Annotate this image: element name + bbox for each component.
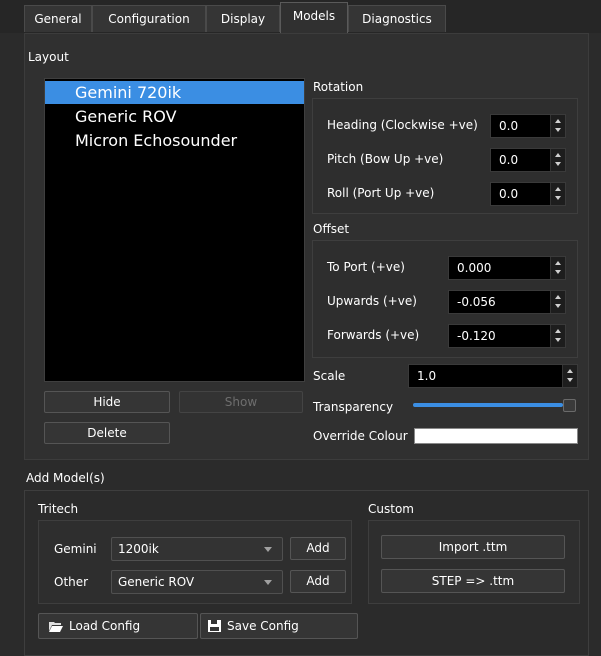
load-config-label: Load Config <box>69 619 141 633</box>
heading-stepper[interactable] <box>550 115 565 137</box>
rotation-title: Rotation <box>313 80 364 94</box>
roll-spinbox[interactable]: 0.0 <box>490 182 566 206</box>
chevron-down-icon <box>264 547 272 552</box>
to-port-spinbox[interactable]: 0.000 <box>448 256 566 280</box>
other-model-value: Generic ROV <box>118 575 195 589</box>
other-model-select[interactable]: Generic ROV <box>111 570 283 594</box>
tab-display[interactable]: Display <box>206 5 280 32</box>
pitch-label: Pitch (Bow Up +ve) <box>327 152 444 166</box>
roll-label: Roll (Port Up +ve) <box>327 186 435 200</box>
upwards-stepper[interactable] <box>550 291 565 313</box>
pitch-stepper[interactable] <box>550 149 565 171</box>
folder-open-icon <box>49 622 63 632</box>
add-models-title: Add Model(s) <box>26 471 105 485</box>
gemini-label: Gemini <box>54 542 97 556</box>
list-item-generic-rov[interactable]: Generic ROV <box>45 105 304 128</box>
forwards-label: Forwards (+ve) <box>327 328 420 342</box>
tritech-title: Tritech <box>38 502 79 516</box>
list-item-gemini-720ik[interactable]: Gemini 720ik <box>45 81 304 104</box>
heading-value: 0.0 <box>499 119 519 133</box>
gemini-model-select[interactable]: 1200ik <box>111 537 283 561</box>
override-colour-label: Override Colour <box>313 429 408 443</box>
custom-title: Custom <box>368 502 414 516</box>
pitch-value: 0.0 <box>499 153 519 167</box>
load-config-button[interactable]: Load Config <box>38 613 198 639</box>
save-config-label: Save Config <box>227 619 299 633</box>
list-item-micron-echosounder[interactable]: Micron Echosounder <box>45 129 304 152</box>
model-list[interactable]: Gemini 720ik Generic ROV Micron Echosoun… <box>44 78 305 382</box>
import-ttm-button[interactable]: Import .ttm <box>381 535 565 559</box>
to-port-label: To Port (+ve) <box>327 260 405 274</box>
to-port-value: 0.000 <box>457 261 492 275</box>
show-button[interactable]: Show <box>179 391 303 413</box>
heading-label: Heading (Clockwise +ve) <box>327 118 478 132</box>
forwards-stepper[interactable] <box>550 325 565 347</box>
hide-button[interactable]: Hide <box>44 391 170 413</box>
delete-button[interactable]: Delete <box>44 422 170 444</box>
add-gemini-button[interactable]: Add <box>290 537 346 560</box>
roll-value: 0.0 <box>499 187 519 201</box>
pitch-spinbox[interactable]: 0.0 <box>490 148 566 172</box>
heading-spinbox[interactable]: 0.0 <box>490 114 566 138</box>
tab-configuration[interactable]: Configuration <box>92 5 206 32</box>
scale-label: Scale <box>313 369 346 383</box>
scale-value: 1.0 <box>417 369 437 383</box>
gemini-model-value: 1200ik <box>118 542 159 556</box>
scale-stepper[interactable] <box>562 365 577 387</box>
layout-title: Layout <box>28 50 69 64</box>
tab-diagnostics[interactable]: Diagnostics <box>348 5 446 32</box>
to-port-stepper[interactable] <box>550 257 565 279</box>
upwards-value: -0.056 <box>457 295 496 309</box>
tab-general[interactable]: General <box>24 5 92 32</box>
transparency-slider-handle[interactable] <box>563 399 576 412</box>
save-config-button[interactable]: Save Config <box>200 613 358 639</box>
floppy-disk-icon <box>208 620 221 632</box>
step-to-ttm-button[interactable]: STEP => .ttm <box>381 569 565 593</box>
forwards-value: -0.120 <box>457 329 496 343</box>
upwards-label: Upwards (+ve) <box>327 294 417 308</box>
offset-title: Offset <box>313 222 350 236</box>
tab-models[interactable]: Models <box>280 2 348 33</box>
other-label: Other <box>54 575 89 589</box>
chevron-down-icon <box>264 580 272 585</box>
forwards-spinbox[interactable]: -0.120 <box>448 324 566 348</box>
transparency-label: Transparency <box>313 400 394 414</box>
add-other-button[interactable]: Add <box>290 570 346 593</box>
override-colour-swatch[interactable] <box>414 428 578 444</box>
scale-spinbox[interactable]: 1.0 <box>408 364 578 388</box>
tab-bar: General Configuration Display Models Dia… <box>0 0 601 33</box>
roll-stepper[interactable] <box>550 183 565 205</box>
upwards-spinbox[interactable]: -0.056 <box>448 290 566 314</box>
transparency-slider[interactable] <box>413 403 563 407</box>
